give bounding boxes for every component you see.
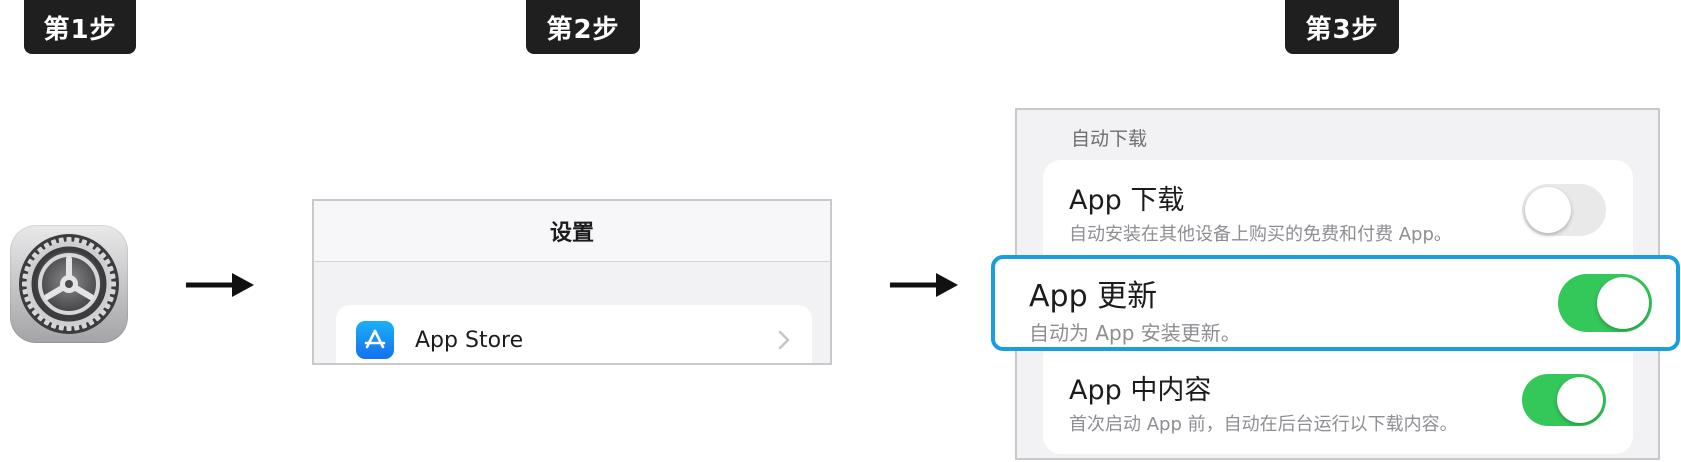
app-updates-subtitle: 自动为 App 安装更新。 — [1029, 321, 1241, 345]
auto-download-section-header: 自动下载 — [1071, 128, 1148, 150]
step-1-label: 第1步 — [24, 0, 136, 54]
step-2-label: 第2步 — [526, 0, 640, 54]
arrow-right-icon — [890, 273, 958, 297]
settings-title: 设置 — [314, 201, 830, 262]
app-download-subtitle: 自动安装在其他设备上购买的免费和付费 App。 — [1069, 224, 1452, 245]
in-app-content-title: App 中内容 — [1069, 375, 1212, 406]
chevron-right-icon — [778, 330, 790, 350]
app-download-title: App 下载 — [1069, 185, 1185, 216]
settings-screen: 设置 App Store — [312, 199, 832, 365]
app-updates-title: App 更新 — [1029, 279, 1158, 314]
step-3-label: 第3步 — [1285, 0, 1399, 54]
app-store-label: App Store — [415, 327, 524, 353]
settings-gear-icon[interactable] — [10, 225, 128, 343]
app-updates-highlighted-row: App 更新 自动为 App 安装更新。 — [991, 255, 1680, 351]
in-app-content-toggle[interactable] — [1522, 374, 1606, 426]
in-app-content-subtitle: 首次启动 App 前，自动在后台运行以下载内容。 — [1069, 414, 1458, 435]
app-updates-toggle[interactable] — [1558, 274, 1652, 332]
app-download-toggle[interactable] — [1522, 184, 1606, 236]
app-store-icon — [356, 321, 394, 359]
app-store-settings-row[interactable]: App Store — [336, 305, 812, 363]
arrow-right-icon — [186, 273, 254, 297]
